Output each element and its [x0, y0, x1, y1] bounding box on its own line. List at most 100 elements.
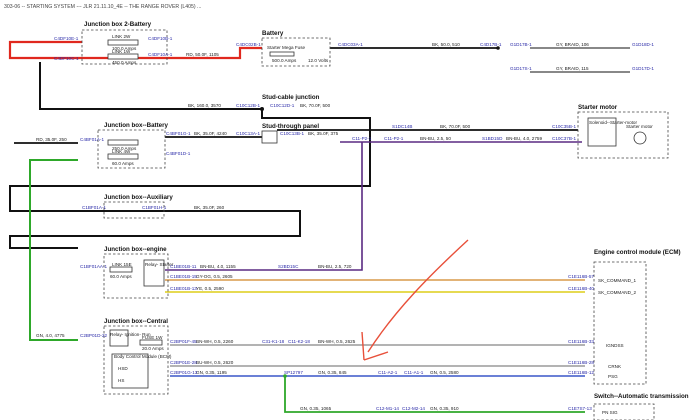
jba-title: Junction box--Auxiliary	[104, 194, 173, 201]
bcm-label: Body Control Module (BCM)	[114, 354, 172, 359]
jbb-fuse-b	[107, 153, 139, 160]
wire-label-w17: BN-WH, 0.5, 2260	[196, 339, 234, 344]
jbc-fuse-label: FUSE 1W	[142, 335, 163, 340]
ecm-title: Engine control module (ECM)	[594, 249, 681, 256]
ecm-sig2: SK_COMMAND_2	[598, 290, 636, 295]
connector-c3: G1D18D-1	[632, 42, 654, 47]
connector-c10: S2BD15C	[278, 264, 299, 269]
wire-label-w10: BN-BU, 4.0, 2759	[506, 136, 542, 141]
motor-icon	[633, 131, 647, 145]
wire-label-w22: GN, 0.5, 2580	[430, 370, 459, 375]
battery-pin-in: C4DC02B-1	[236, 42, 261, 47]
stud-cable-pin: C10C12B-1	[236, 103, 260, 108]
jb2-link-b-fuse	[107, 53, 139, 60]
connector-c14: C11-A1-1	[404, 370, 424, 375]
wire-label-w12: BN-BU, 4.0, 1155	[200, 264, 236, 269]
jb2-link-a-fuse	[107, 39, 139, 46]
connector-c5: G1D17D-1	[632, 66, 654, 71]
connector-c11: C31-K1-18	[262, 339, 285, 344]
ecm-sig4: CRNK	[608, 364, 622, 369]
jbc-amps: 20.0 Amps	[142, 346, 164, 351]
stud-panel-box[interactable]	[261, 130, 278, 144]
jb2-title: Junction box 2-Battery	[84, 21, 152, 28]
wire-label-w2: BK, 50.0, 510	[432, 42, 460, 47]
wire-label-w26: GY, BRAID, 115	[556, 66, 589, 71]
wire-label-w3: BK, 160.0, 3570	[188, 103, 221, 108]
connector-c15: SP12797	[284, 370, 303, 375]
jbb-pin-b: C4BF01D-1	[166, 151, 191, 156]
connector-c12: C11-K2-18	[288, 339, 310, 344]
wire-label-w15: YE, 0.5, 2590	[196, 286, 224, 291]
wire-label-w20: GN, 0.35, 1195	[196, 370, 227, 375]
jba-pin-a: C1BF01A-1	[82, 205, 106, 210]
red-wire-jb2-left[interactable]	[8, 40, 82, 48]
jbe-link-fuse	[109, 266, 133, 273]
wire-label-w19: BU-WH, 0.5, 2620	[196, 360, 234, 365]
jbc-pin-in: C2BP01D-22	[80, 333, 108, 338]
connector-c6: S1DC14B	[392, 124, 412, 129]
connector-c9: S1BD15D	[482, 136, 503, 141]
wire-label-w16: GN, 4.0, 4775	[36, 333, 65, 338]
jbe-pin1: C1BE01B-11	[170, 264, 197, 269]
ecm-sig1: SK_COMMAND_1	[598, 278, 636, 283]
wire-label-w23: GN, 0.35, 1065	[300, 406, 332, 411]
battery-fuse-symbol	[269, 51, 295, 57]
connector-c13: C11-A2-1	[378, 370, 398, 375]
wire-label-w21: GN, 0.35, 845	[318, 370, 347, 375]
jba-pin-b: C1BF01H-1	[142, 205, 167, 210]
stud-panel-pin2: C10C13B-1	[280, 131, 304, 136]
stud-cable-title: Stud-cable junction	[262, 94, 320, 101]
stud-cable-dot	[260, 107, 264, 111]
jbc-pin1: C2BP01F-45	[170, 339, 197, 344]
jbc-pin2: C2BP01E-28	[170, 360, 197, 365]
transmission-label: PN SIG	[602, 410, 618, 415]
starter-pin: C10C35B-1	[552, 124, 576, 129]
wire-label-w24: GN, 0.35, 910	[430, 406, 459, 411]
connector-c17: C12-M2-14	[402, 406, 425, 411]
stud-cable-pin2: C10C12D-1	[270, 103, 295, 108]
splice-dot-green	[283, 374, 287, 378]
connector-c4: G1D17S-1	[510, 66, 532, 71]
wire-label-w9: BN-BU, 2.5, 50	[420, 136, 451, 141]
connector-c1: C4D17B-1	[480, 42, 502, 47]
wire-label-w8: BK, 70.0F, 500	[440, 124, 471, 129]
stud-panel-pin: C10C13A-1	[236, 131, 260, 136]
wire-label-w5: RD, 35.0F, 250	[36, 137, 67, 142]
jbe-link: LINK 15E	[112, 262, 132, 267]
splice-dot	[496, 46, 500, 50]
ecm-pin1: C1E116B-57	[568, 274, 594, 279]
ecm-pin2: C1E116B-40	[568, 286, 594, 291]
ecm-sig3: IGNDSS	[606, 343, 624, 348]
transmission-pin: C1E7S7-13	[568, 406, 592, 411]
ecm-pin5: C1E116B-12	[568, 370, 594, 375]
wire-label-w6: BK, 35.0F, 4240	[194, 131, 227, 136]
wire-label-w13: BN-BU, 2.5, 720	[318, 264, 352, 269]
jb2-pin-a: C4DF10E-1	[54, 36, 79, 41]
jb2-link-a: LINK 2W	[112, 34, 131, 39]
jbb-link: LINK 4W	[112, 149, 131, 154]
annotation-arrowhead	[361, 331, 389, 361]
jbb-fuse-a	[107, 139, 139, 146]
jbc-title: Junction box--Central	[104, 318, 168, 325]
starter-pin2: C10C37B-1	[552, 136, 576, 141]
jb2-pin-b: C4DF10C-1	[54, 56, 79, 61]
jb2-pin-d: C4DF10A-1	[148, 52, 173, 57]
jbe-pin3: C1BE01B-13	[170, 286, 197, 291]
annotation-arrow	[367, 239, 469, 353]
wire-label-w18: BN-WH, 0.5, 2625	[318, 339, 356, 344]
wire-label-w4: BK, 70.0F, 500	[300, 103, 331, 108]
jb2-pin-c: C4DF10B-1	[148, 36, 173, 41]
jbb-pin-in: C4BF01A-1	[80, 137, 104, 142]
jbb-pin-out: C4BF01G-1	[166, 131, 191, 136]
connector-c16: C12-M1-14	[376, 406, 399, 411]
wiring-diagram: 303-06 -- STARTING SYSTEM --- JLR 21.11.…	[4, 4, 689, 420]
page-header: 303-06 -- STARTING SYSTEM --- JLR 21.11.…	[4, 4, 201, 10]
ecm-pin4: C1E116B-28	[568, 360, 594, 365]
transmission-title: Switch--Automatic transmission	[594, 393, 689, 400]
jbe-pin-in: C1BF01AA-1	[80, 264, 108, 269]
jbc-pin3: C2BP01G-13	[170, 370, 198, 375]
wire-label-w14: GY-OG, 0.5, 2605	[196, 274, 233, 279]
wire-label-w11: BK, 35.0F, 260	[194, 205, 225, 210]
jb2-amps-b: 450.0 Amps	[112, 60, 137, 65]
wire-label-w25: GY, BRAID, 106	[556, 42, 589, 47]
